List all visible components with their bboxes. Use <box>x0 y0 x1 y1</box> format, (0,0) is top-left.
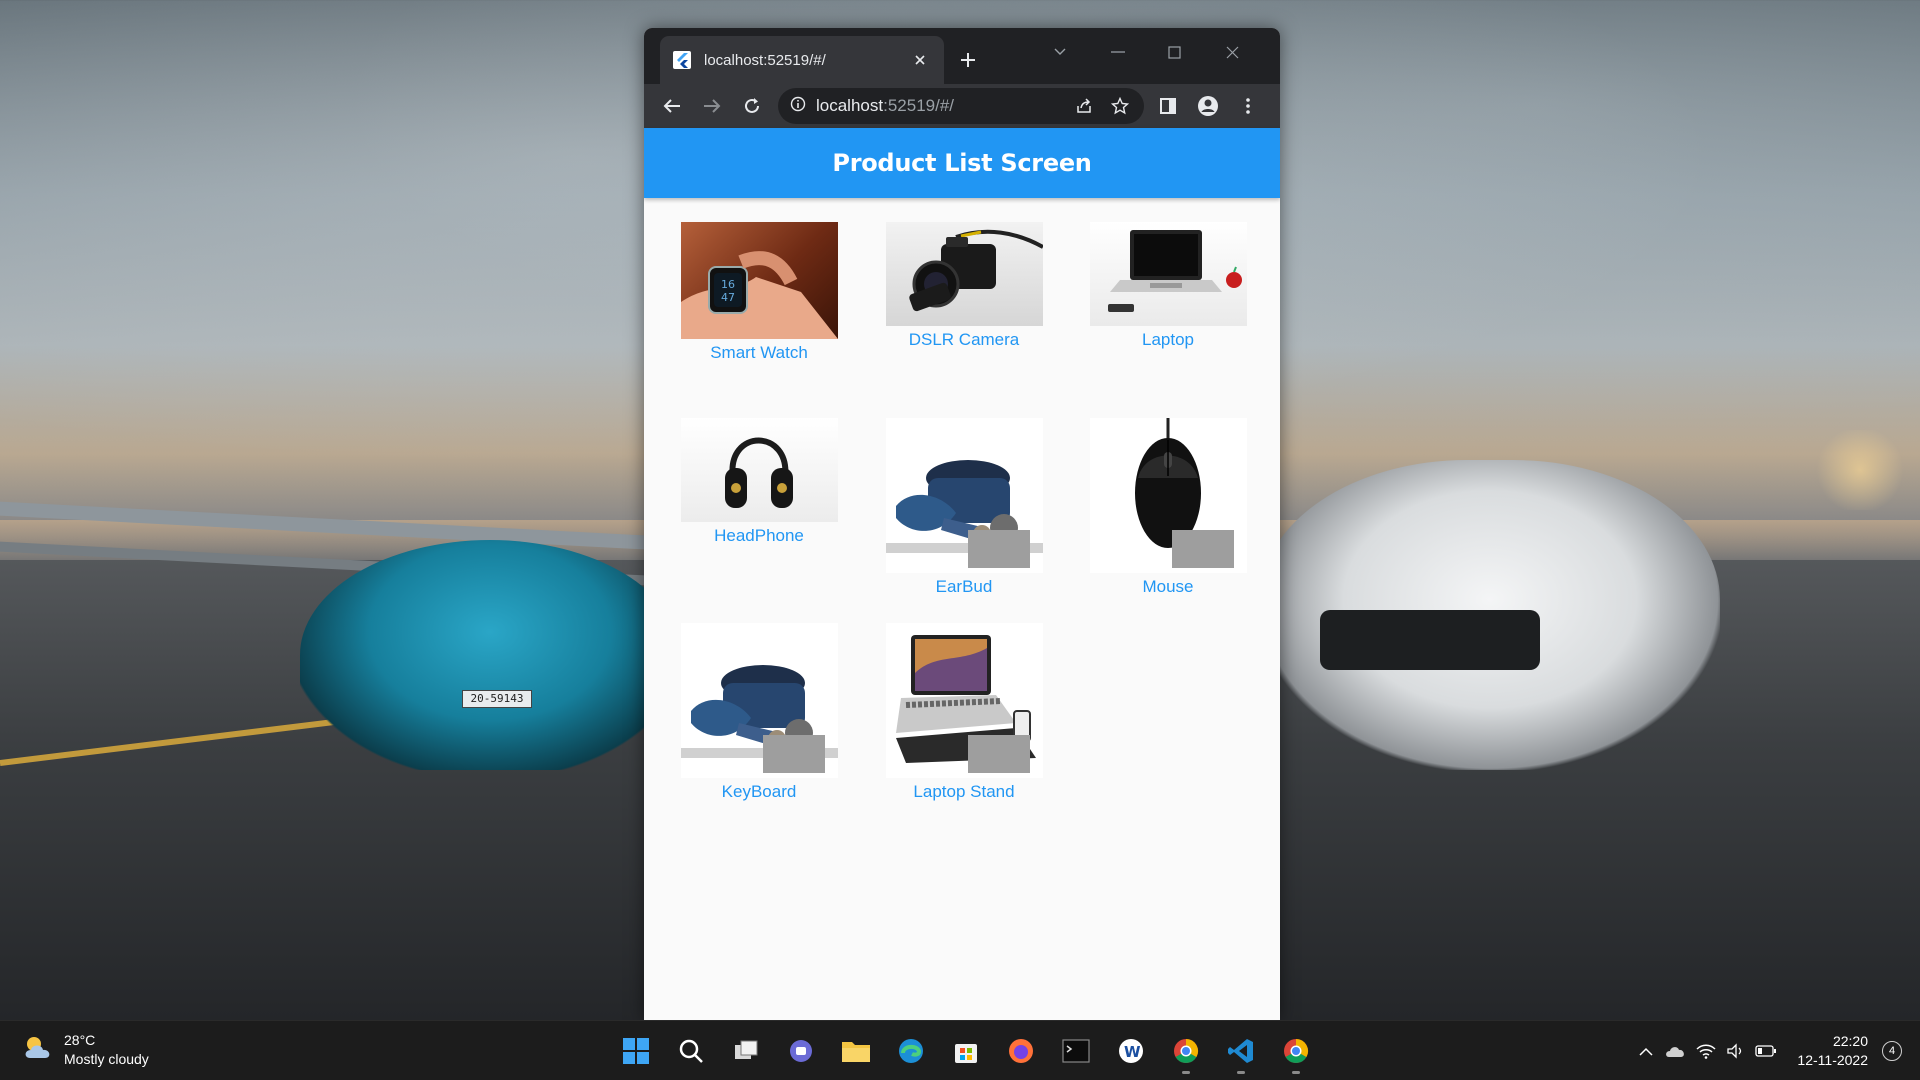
bookmark-star-icon[interactable] <box>1102 90 1138 122</box>
site-info-icon[interactable] <box>790 96 806 117</box>
clock[interactable]: 22:20 12-11-2022 <box>1797 1032 1868 1070</box>
product-name: KeyBoard <box>721 782 797 801</box>
product-card-smart-watch[interactable]: 16 47 Smart Watch <box>679 222 839 363</box>
profile-avatar-icon[interactable] <box>1188 86 1228 126</box>
chrome-icon[interactable] <box>1158 1027 1213 1075</box>
running-indicator <box>1236 1071 1245 1074</box>
product-card-laptop[interactable]: Laptop <box>1088 222 1248 350</box>
chrome-icon[interactable] <box>1268 1027 1323 1075</box>
volume-icon[interactable] <box>1722 1037 1750 1065</box>
file-explorer-icon[interactable] <box>828 1027 883 1075</box>
product-card-headphone[interactable]: HeadPhone <box>679 418 839 546</box>
close-tab-icon[interactable] <box>908 48 932 72</box>
tab-strip: localhost:52519/#/ <box>644 28 1280 84</box>
laptop-stand-image <box>885 623 1043 778</box>
microsoft-store-icon[interactable] <box>938 1027 993 1075</box>
product-name: Smart Watch <box>710 343 808 362</box>
teams-chat-icon[interactable] <box>773 1027 828 1075</box>
image-placeholder-patch <box>967 530 1030 568</box>
product-name: Laptop Stand <box>913 782 1015 801</box>
maximize-button[interactable] <box>1150 36 1198 68</box>
mouse-image <box>1089 418 1247 573</box>
minimize-button[interactable] <box>1094 36 1142 68</box>
wifi-icon[interactable] <box>1692 1037 1720 1065</box>
system-tray: 22:20 12-11-2022 4 <box>1631 1021 1920 1080</box>
chrome-menu-icon[interactable] <box>1228 86 1268 126</box>
image-placeholder-patch <box>1171 530 1234 568</box>
taskbar: 28°C Mostly cloudy W 22:20 12-11-2022 4 <box>0 1020 1920 1080</box>
earbud-image <box>885 418 1043 573</box>
close-window-button[interactable] <box>1208 36 1256 68</box>
vscode-icon[interactable] <box>1213 1027 1268 1075</box>
terminal-icon[interactable] <box>1048 1027 1103 1075</box>
wallpaper-white-car <box>1260 460 1720 770</box>
product-card-laptop-stand[interactable]: Laptop Stand <box>884 623 1044 802</box>
share-icon[interactable] <box>1066 90 1102 122</box>
tab-title: localhost:52519/#/ <box>704 51 826 69</box>
firefox-icon[interactable] <box>993 1027 1048 1075</box>
task-view-icon[interactable] <box>718 1027 773 1075</box>
battery-icon[interactable] <box>1752 1037 1780 1065</box>
weather-description: Mostly cloudy <box>64 1051 149 1067</box>
running-indicator <box>1291 1071 1300 1074</box>
search-icon[interactable] <box>663 1027 718 1075</box>
image-placeholder-patch <box>762 735 825 773</box>
notification-badge[interactable]: 4 <box>1882 1041 1902 1061</box>
svg-text:47: 47 <box>721 291 735 304</box>
new-tab-button[interactable] <box>950 42 986 78</box>
start-button[interactable] <box>608 1027 663 1075</box>
word-app-icon[interactable]: W <box>1103 1027 1158 1075</box>
clock-date: 12-11-2022 <box>1797 1052 1868 1068</box>
side-panel-icon[interactable] <box>1148 86 1188 126</box>
edge-browser-icon[interactable] <box>883 1027 938 1075</box>
svg-text:16: 16 <box>721 278 735 291</box>
image-placeholder-patch <box>967 735 1030 773</box>
url-path: :52519/#/ <box>883 96 955 115</box>
wallpaper-car-grille <box>1320 610 1540 670</box>
url-host: localhost <box>816 96 884 115</box>
browser-tab[interactable]: localhost:52519/#/ <box>660 36 944 84</box>
back-button[interactable] <box>652 86 692 126</box>
chrome-window: localhost:52519/#/ localhost:52519/#/ Pr… <box>644 28 1280 1020</box>
product-card-dslr-camera[interactable]: DSLR Camera <box>884 222 1044 350</box>
product-card-keyboard[interactable]: KeyBoard <box>679 623 839 802</box>
onedrive-icon[interactable] <box>1662 1037 1690 1065</box>
weather-temperature: 28°C <box>64 1032 96 1048</box>
flutter-favicon-icon <box>672 50 692 70</box>
keyboard-image <box>680 623 838 778</box>
url-text: localhost:52519/#/ <box>816 96 1066 116</box>
tab-search-icon[interactable] <box>1036 36 1084 68</box>
product-name: EarBud <box>935 577 993 596</box>
forward-button[interactable] <box>692 86 732 126</box>
flutter-app: Product List Screen 16 47 Smart Watch DS… <box>644 128 1280 1020</box>
running-indicator <box>1181 1071 1190 1074</box>
dslr-camera-image <box>885 222 1043 326</box>
product-name: Mouse <box>1142 577 1194 596</box>
product-name: HeadPhone <box>714 526 804 545</box>
address-bar[interactable]: localhost:52519/#/ <box>778 88 1144 124</box>
chevron-up-icon[interactable] <box>1632 1037 1660 1065</box>
page-title: Product List Screen <box>832 149 1092 177</box>
wallpaper-street-lights <box>1800 430 1920 510</box>
svg-text:W: W <box>1124 1043 1141 1061</box>
laptop-image <box>1089 222 1247 326</box>
cloudy-weather-icon <box>22 1034 54 1067</box>
reload-button[interactable] <box>732 86 772 126</box>
product-name: DSLR Camera <box>908 330 1020 349</box>
wallpaper-blue-car: 20-59143 <box>300 540 680 770</box>
clock-time: 22:20 <box>1832 1033 1868 1049</box>
wallpaper-license-plate: 20-59143 <box>462 690 532 708</box>
browser-toolbar: localhost:52519/#/ <box>644 84 1280 128</box>
product-card-mouse[interactable]: Mouse <box>1088 418 1248 597</box>
smart-watch-image: 16 47 <box>680 222 838 339</box>
headphone-image <box>680 418 838 522</box>
taskbar-apps: W <box>608 1027 1323 1075</box>
app-bar: Product List Screen <box>644 128 1280 198</box>
weather-widget[interactable]: 28°C Mostly cloudy <box>22 1031 149 1069</box>
product-card-earbud[interactable]: EarBud <box>884 418 1044 597</box>
product-name: Laptop <box>1142 330 1194 349</box>
